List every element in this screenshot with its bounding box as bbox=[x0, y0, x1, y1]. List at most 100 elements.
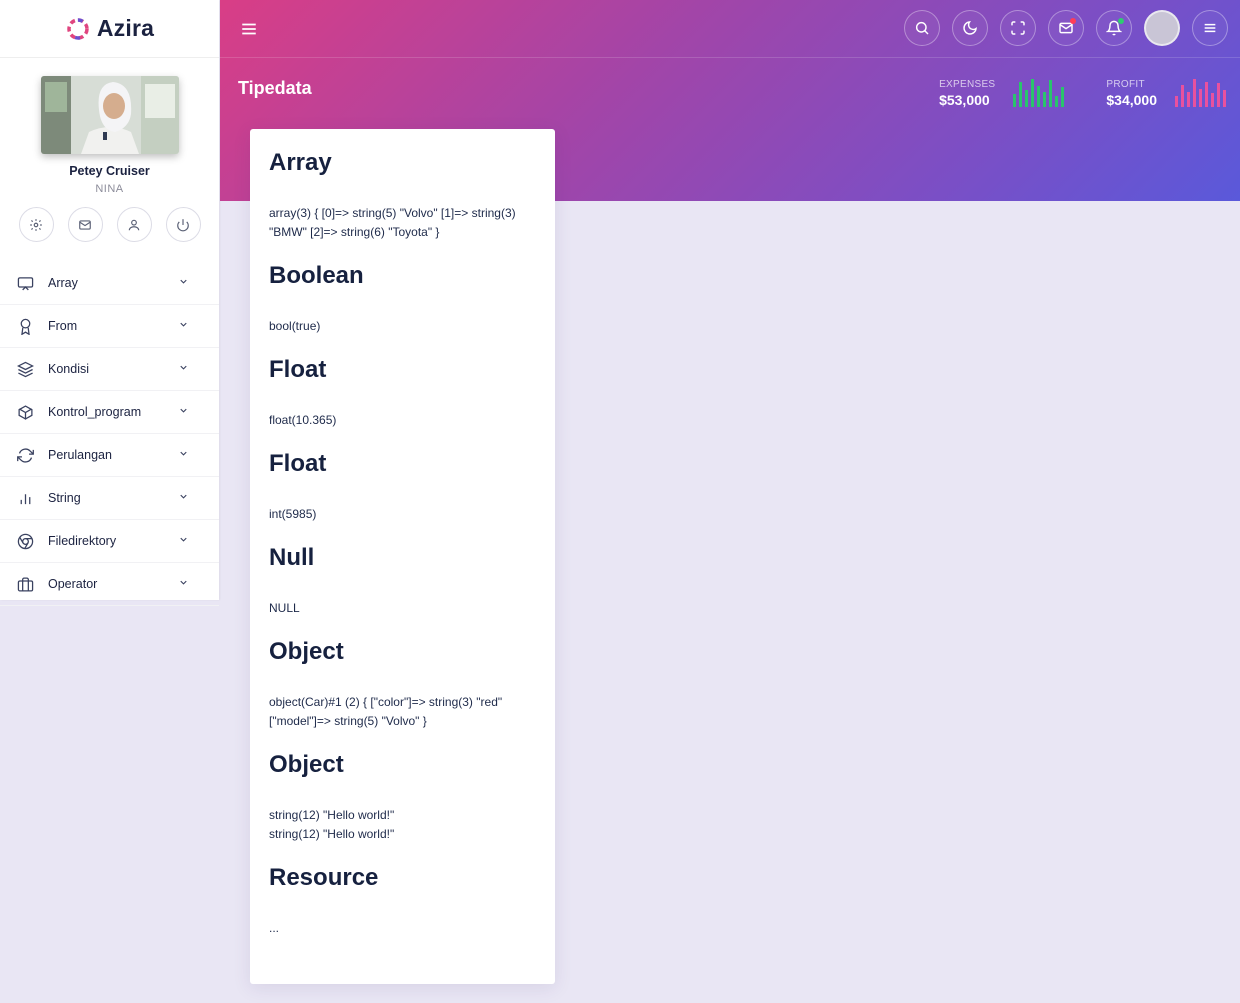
avatar[interactable] bbox=[1144, 10, 1180, 46]
user-icon bbox=[128, 219, 140, 230]
topbar bbox=[220, 0, 1240, 58]
chevron-down-icon bbox=[178, 532, 189, 550]
chevron-down-icon bbox=[178, 274, 189, 292]
sidebar-item-kontrol-program[interactable]: Kontrol_program bbox=[0, 391, 219, 434]
section-body: ... bbox=[269, 921, 280, 935]
sparkline-bar bbox=[1217, 83, 1220, 107]
sidebar-item-kondisi[interactable]: Kondisi bbox=[0, 348, 219, 391]
sparkline-bar bbox=[1031, 79, 1035, 107]
moon-icon bbox=[963, 21, 977, 35]
brand-logo-icon bbox=[67, 17, 89, 40]
profile-button[interactable] bbox=[116, 207, 152, 242]
sidebar-item-string[interactable]: String bbox=[0, 477, 219, 520]
dark-mode-button[interactable] bbox=[952, 10, 988, 46]
profile: Petey Cruiser NINA bbox=[0, 58, 219, 242]
sidebar-item-label: Filedirektory bbox=[48, 534, 117, 548]
sidebar: Azira Petey Cruiser NINA Array From Kond… bbox=[0, 0, 219, 606]
briefcase-icon bbox=[16, 575, 34, 593]
chevron-down-icon bbox=[178, 489, 189, 507]
monitor-icon bbox=[16, 274, 34, 292]
section-title: Null bbox=[269, 544, 315, 571]
mail-button[interactable] bbox=[67, 207, 103, 242]
expenses-value: $53,000 bbox=[939, 92, 990, 108]
chevron-down-icon bbox=[178, 446, 189, 464]
profit-stat: PROFIT $34,000 bbox=[1106, 78, 1226, 108]
section-body: string(12) "Hello world!" string(12) "He… bbox=[269, 806, 536, 844]
sidebar-menu: Array From Kondisi Kontrol_program Perul… bbox=[0, 262, 219, 606]
section-body: array(3) { [0]=> string(5) "Volvo" [1]=>… bbox=[269, 206, 516, 239]
profile-photo bbox=[40, 76, 179, 154]
notifications-button[interactable] bbox=[1096, 10, 1132, 46]
sparkline-bar bbox=[1199, 89, 1202, 107]
notification-dot bbox=[1070, 18, 1076, 24]
section-body: int(5985) bbox=[269, 507, 317, 521]
profile-actions bbox=[0, 207, 219, 242]
sidebar-item-from[interactable]: From bbox=[0, 305, 219, 348]
section-title: Float bbox=[269, 450, 327, 477]
power-icon bbox=[177, 218, 189, 231]
page-title: Tipedata bbox=[238, 78, 312, 98]
sparkline-bar bbox=[1175, 96, 1178, 107]
chevron-down-icon bbox=[178, 360, 189, 378]
menu-icon bbox=[1204, 23, 1216, 33]
bar-chart-icon bbox=[16, 489, 34, 507]
sidebar-item-operator[interactable]: Operator bbox=[0, 563, 219, 606]
profit-sparkline bbox=[1175, 78, 1226, 108]
sidebar-item-array[interactable]: Array bbox=[0, 262, 219, 305]
sparkline-bar bbox=[1025, 90, 1029, 107]
logout-button[interactable] bbox=[165, 207, 201, 242]
profit-label: PROFIT bbox=[1106, 79, 1145, 90]
chevron-down-icon bbox=[178, 317, 189, 335]
fullscreen-button[interactable] bbox=[1000, 10, 1036, 46]
sparkline-bar bbox=[1181, 85, 1184, 107]
sparkline-bar bbox=[1061, 87, 1065, 107]
sidebar-item-label: From bbox=[48, 319, 78, 333]
sparkline-bar bbox=[1187, 92, 1190, 107]
profile-name: Petey Cruiser bbox=[69, 164, 150, 178]
settings-button[interactable] bbox=[18, 207, 54, 242]
sidebar-item-label: Kondisi bbox=[48, 362, 89, 376]
right-menu-button[interactable] bbox=[1192, 10, 1228, 46]
fullscreen-icon bbox=[1011, 21, 1025, 35]
sidebar-item-label: Array bbox=[48, 276, 78, 290]
award-icon bbox=[16, 317, 34, 335]
expenses-label: EXPENSES bbox=[939, 79, 996, 90]
section-title: Float bbox=[269, 356, 327, 383]
hamburger-menu-icon[interactable] bbox=[240, 20, 258, 38]
mail-icon bbox=[79, 219, 91, 230]
sidebar-item-filedirektory[interactable]: Filedirektory bbox=[0, 520, 219, 563]
section-body: object(Car)#1 (2) { ["color"]=> string(3… bbox=[269, 695, 503, 728]
messages-button[interactable] bbox=[1048, 10, 1084, 46]
header-actions bbox=[904, 10, 1228, 46]
sidebar-item-label: String bbox=[48, 491, 81, 505]
sparkline-bar bbox=[1223, 90, 1226, 107]
search-button[interactable] bbox=[904, 10, 940, 46]
box-icon bbox=[16, 403, 34, 421]
section-body-line: string(12) "Hello world!" bbox=[269, 808, 395, 822]
sparkline-bar bbox=[1205, 82, 1208, 107]
profit-value: $34,000 bbox=[1106, 92, 1157, 108]
section-body: float(10.365) bbox=[269, 413, 337, 427]
expenses-sparkline bbox=[1013, 78, 1065, 108]
sparkline-bar bbox=[1043, 92, 1047, 107]
chrome-icon bbox=[16, 532, 34, 550]
section-title: Object bbox=[269, 638, 344, 665]
sparkline-bar bbox=[1013, 94, 1017, 107]
sparkline-bar bbox=[1019, 82, 1023, 107]
expenses-stat: EXPENSES $53,000 bbox=[939, 78, 1065, 108]
section-title: Boolean bbox=[269, 262, 364, 289]
chevron-down-icon bbox=[178, 403, 189, 421]
refresh-icon bbox=[16, 446, 34, 464]
notification-dot bbox=[1118, 18, 1124, 24]
sparkline-bar bbox=[1055, 96, 1059, 107]
sparkline-bar bbox=[1193, 79, 1196, 107]
chevron-down-icon bbox=[178, 575, 189, 593]
sparkline-bar bbox=[1037, 86, 1041, 107]
sidebar-item-perulangan[interactable]: Perulangan bbox=[0, 434, 219, 477]
brand[interactable]: Azira bbox=[0, 0, 219, 58]
sidebar-item-label: Operator bbox=[48, 577, 98, 591]
content-card: Array array(3) { [0]=> string(5) "Volvo"… bbox=[250, 129, 555, 984]
settings-icon bbox=[30, 218, 42, 231]
brand-name: Azira bbox=[96, 15, 155, 41]
sidebar-item-label: Perulangan bbox=[48, 448, 112, 462]
